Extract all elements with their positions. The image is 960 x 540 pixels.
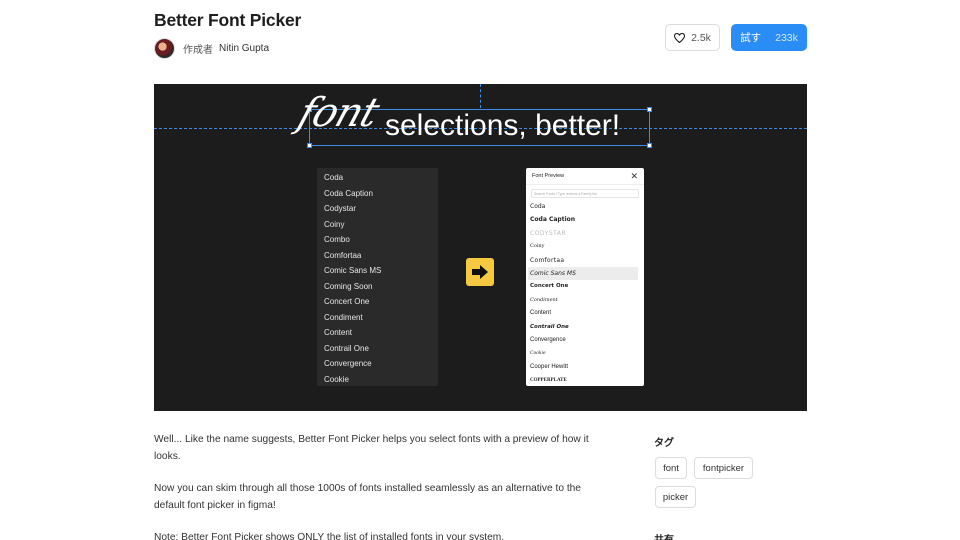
like-count: 2.5k <box>691 31 711 44</box>
font-list-item: Coda <box>324 173 344 182</box>
preview-font-item: Coda Caption <box>530 216 576 224</box>
share-heading: 共有 <box>654 531 674 540</box>
tag-fontpicker[interactable]: fontpicker <box>694 457 753 479</box>
font-list-item: Coiny <box>324 219 345 229</box>
try-count: 233k <box>775 31 798 44</box>
description-paragraph: Well... Like the name suggests, Better F… <box>154 434 589 462</box>
font-list-item: Coming Soon <box>324 281 373 291</box>
font-list-item: Coda Caption <box>324 188 373 198</box>
try-button[interactable]: 試す 233k <box>731 24 807 51</box>
hero-headline: selections, better! <box>385 109 621 142</box>
font-list-item: Codystar <box>324 204 357 213</box>
guide-line-vertical <box>480 84 481 108</box>
font-list-item: Concert One <box>324 297 370 306</box>
font-list-item: Contrail One <box>324 343 369 353</box>
font-list-item: Comic Sans MS <box>324 266 382 275</box>
preview-font-item: Comfortaa <box>530 256 565 264</box>
preview-font-item: Comic Sans MS <box>528 266 638 281</box>
plugin-title: Better Font Picker <box>154 10 302 30</box>
font-preview-panel: Font Preview ✕ Search Fonts / Type actio… <box>526 168 644 386</box>
description-paragraph: Note: Better Font Picker shows ONLY the … <box>154 532 505 540</box>
font-list-item: Cookie <box>324 374 349 384</box>
preview-font-item: Cookie <box>530 351 546 357</box>
author-row: 作成者 Nitin Gupta <box>154 37 269 59</box>
description: Well... Like the name suggests, Better F… <box>154 432 594 540</box>
preview-font-item: Cooper Hewitt <box>530 363 569 370</box>
preview-font-item: Condiment <box>530 296 558 303</box>
selection-handle <box>647 143 652 148</box>
tags-heading: タグ <box>654 438 674 449</box>
preview-font-item: CODYSTAR <box>530 229 567 237</box>
font-list-item: Convergence <box>324 359 372 368</box>
author-avatar[interactable] <box>154 37 175 59</box>
tag-font[interactable]: font <box>655 457 687 479</box>
tag-picker[interactable]: picker <box>655 486 696 508</box>
preview-font-item: Coda <box>530 203 546 210</box>
preview-font-item: Coiny <box>530 243 545 250</box>
preview-search: Search Fonts / Type actions a Family lis… <box>531 189 639 198</box>
description-paragraph: Now you can skim through all those 1000s… <box>154 483 581 511</box>
arrow-right-icon <box>466 258 494 286</box>
hero-image: font selections, better! Coda Coda Captio… <box>154 84 807 411</box>
preview-font-item: Concert One <box>530 283 569 290</box>
font-list-item: Combo <box>324 235 350 244</box>
selection-handle <box>647 107 652 112</box>
preview-title: Font Preview <box>532 173 565 179</box>
preview-font-item: Content <box>530 310 552 317</box>
heart-icon <box>674 32 686 43</box>
preview-font-item: Convergence <box>530 336 566 343</box>
close-icon: ✕ <box>630 170 638 181</box>
preview-font-item: Contrail One <box>530 323 569 330</box>
try-label: 試す <box>740 32 762 44</box>
preview-font-list: Coda Coda Caption CODYSTAR Coiny Comfortaa Co… <box>526 200 644 386</box>
font-list-item: Content <box>324 328 353 337</box>
default-font-list: Coda Coda Caption Codystar Coiny Combo Comfor… <box>317 168 438 386</box>
hero-script-word: font <box>292 90 385 136</box>
font-list-item: Condiment <box>324 312 363 322</box>
preview-header: Font Preview ✕ <box>526 168 644 185</box>
author-name[interactable]: Nitin Gupta <box>219 43 269 54</box>
like-button[interactable]: 2.5k <box>665 24 720 51</box>
selection-handle <box>307 143 312 148</box>
author-label: 作成者 <box>183 44 213 56</box>
font-list-item: Comfortaa <box>324 250 362 260</box>
preview-font-item: COPPERPLATE <box>530 378 567 384</box>
